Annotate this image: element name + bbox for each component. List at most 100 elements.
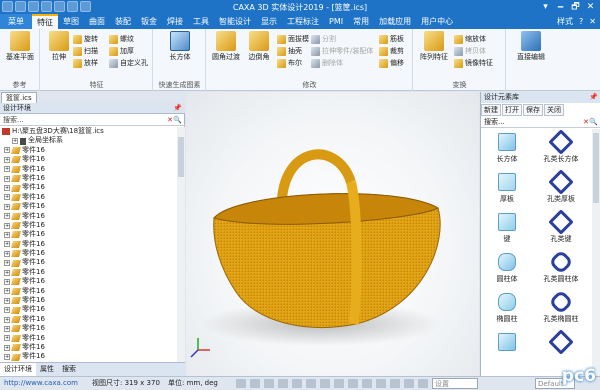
expand-icon[interactable]: + (4, 175, 10, 182)
tab-search[interactable]: 搜索 (58, 363, 80, 376)
expand-icon[interactable]: + (4, 185, 10, 192)
library-search-input[interactable]: 搜索... ✕ 🔍 (481, 117, 600, 128)
status-tool-10-icon[interactable] (362, 379, 372, 388)
box-button[interactable]: 长方体 (162, 31, 198, 61)
tree-row[interactable]: + 零件16 (0, 165, 177, 174)
copy-body-button[interactable]: 拷贝体 (454, 46, 486, 57)
tab-display[interactable]: 显示 (256, 14, 282, 29)
tree-row[interactable]: + 零件16 (0, 287, 177, 296)
library-item[interactable]: 键 (483, 213, 531, 244)
rib-button[interactable]: 筋板 (379, 34, 404, 45)
status-tool-7-icon[interactable] (320, 379, 330, 388)
tree-row[interactable]: + 零件16 (0, 268, 177, 277)
help-icon[interactable]: ? (579, 14, 583, 29)
tree-row[interactable]: + 零件16 (0, 334, 177, 343)
thicken-button[interactable]: 加厚 (109, 46, 134, 57)
tab-menu[interactable]: 菜单 (0, 14, 32, 29)
tab-assembly[interactable]: 装配 (110, 14, 136, 29)
tree-row[interactable]: H:\聚五盘3D大赛\18篮筐.ics (0, 127, 177, 136)
library-item[interactable]: 孔类圆柱体 (537, 249, 585, 284)
library-item[interactable]: 孔类键 (537, 209, 585, 244)
library-search-icon[interactable]: 🔍 (589, 117, 598, 128)
revolve-button[interactable]: 旋转 (73, 34, 98, 45)
expand-icon[interactable]: + (4, 325, 10, 332)
library-item[interactable]: 孔类长方体 (537, 129, 585, 164)
3d-viewport[interactable] (186, 92, 479, 376)
expand-icon[interactable]: + (4, 147, 10, 154)
tree-row[interactable]: + 零件16 (0, 296, 177, 305)
status-tool-3-icon[interactable] (264, 379, 274, 388)
fillet-button[interactable]: 圆角过渡 (208, 31, 244, 61)
expand-icon[interactable]: + (4, 260, 10, 267)
tab-sketch[interactable]: 草图 (58, 14, 84, 29)
expand-icon[interactable]: + (4, 278, 10, 285)
status-tool-2-icon[interactable] (250, 379, 260, 388)
document-tab[interactable]: 篮筐.ics (1, 92, 37, 103)
clear-search-icon[interactable]: ✕ (167, 115, 173, 126)
expand-icon[interactable]: + (4, 194, 10, 201)
tab-annotation[interactable]: 工程标注 (282, 14, 324, 29)
website-link[interactable]: http://www.caxa.com (4, 377, 78, 390)
library-scrollbar[interactable] (592, 129, 600, 376)
status-tool-5-icon[interactable] (292, 379, 302, 388)
library-new-button[interactable]: 新建 (481, 104, 501, 116)
status-tool-4-icon[interactable] (278, 379, 288, 388)
shell-button[interactable]: 抽壳 (277, 46, 302, 57)
search-icon[interactable]: 🔍 (173, 115, 182, 126)
tree-row[interactable]: + 零件16 (0, 212, 177, 221)
expand-icon[interactable]: + (4, 213, 10, 220)
sweep-button[interactable]: 扫描 (73, 46, 98, 57)
close-doc-icon[interactable]: ✕ (589, 14, 596, 29)
datum-plane-button[interactable]: 基准平面 (2, 31, 38, 61)
tab-user-center[interactable]: 用户中心 (416, 14, 458, 29)
tab-pmi[interactable]: PMI (324, 14, 348, 29)
minimize-button[interactable]: 🗕 (553, 0, 568, 14)
tab-load-app[interactable]: 加载应用 (374, 14, 416, 29)
split-button[interactable]: 分割 (311, 34, 336, 45)
expand-icon[interactable]: + (4, 269, 10, 276)
tree-row[interactable]: + 零件16 (0, 324, 177, 333)
library-open-button[interactable]: 打开 (502, 104, 522, 116)
loft-button[interactable]: 放样 (73, 58, 98, 69)
ribbon-toggle-icon[interactable]: ▾ (538, 0, 553, 14)
tree-row[interactable]: + 零件16 (0, 193, 177, 202)
expand-icon[interactable]: + (4, 156, 10, 163)
tab-smart-design[interactable]: 智能设计 (214, 14, 256, 29)
status-tool-14-icon[interactable] (418, 379, 428, 388)
expand-icon[interactable]: + (4, 250, 10, 257)
extrude-button[interactable]: 拉伸 (41, 31, 77, 61)
pin-icon[interactable]: 📌 (173, 103, 182, 114)
expand-icon[interactable]: + (12, 138, 18, 145)
expand-icon[interactable]: + (4, 335, 10, 342)
close-button[interactable]: ✕ (583, 0, 598, 14)
trim-button[interactable]: 裁剪 (379, 46, 404, 57)
library-pin-icon[interactable]: 📌 (589, 92, 598, 103)
tree-row[interactable]: + 零件16 (0, 240, 177, 249)
tab-feature[interactable]: 特征 (32, 14, 58, 29)
library-item[interactable]: 孔类椭圆柱 (537, 289, 585, 324)
thread-button[interactable]: 螺纹 (109, 34, 134, 45)
restore-button[interactable]: 🗗 (568, 0, 583, 14)
tree-row[interactable]: + 全局坐标系 (0, 136, 177, 145)
library-item[interactable] (537, 329, 585, 355)
tab-tools[interactable]: 工具 (188, 14, 214, 29)
tab-welding[interactable]: 焊接 (162, 14, 188, 29)
scale-button[interactable]: 缩放体 (454, 34, 486, 45)
expand-icon[interactable]: + (4, 222, 10, 229)
boolean-button[interactable]: 布尔 (277, 58, 302, 69)
tree-scroll-thumb[interactable] (178, 137, 184, 177)
library-item[interactable]: 长方体 (483, 133, 531, 164)
library-save-button[interactable]: 保存 (523, 104, 543, 116)
status-tool-9-icon[interactable] (348, 379, 358, 388)
offset-button[interactable]: 偏移 (379, 58, 404, 69)
expand-icon[interactable]: + (4, 344, 10, 351)
tree-row[interactable]: + 零件16 (0, 155, 177, 164)
expand-icon[interactable]: + (4, 241, 10, 248)
tree-row[interactable]: + 零件16 (0, 343, 177, 352)
expand-icon[interactable]: + (4, 354, 10, 361)
tab-sheetmetal[interactable]: 钣金 (136, 14, 162, 29)
status-tool-8-icon[interactable] (334, 379, 344, 388)
tree-row[interactable]: + 零件16 (0, 174, 177, 183)
custom-hole-button[interactable]: 自定义孔 (109, 58, 148, 69)
chamfer-button[interactable]: 边倒角 (241, 31, 277, 61)
